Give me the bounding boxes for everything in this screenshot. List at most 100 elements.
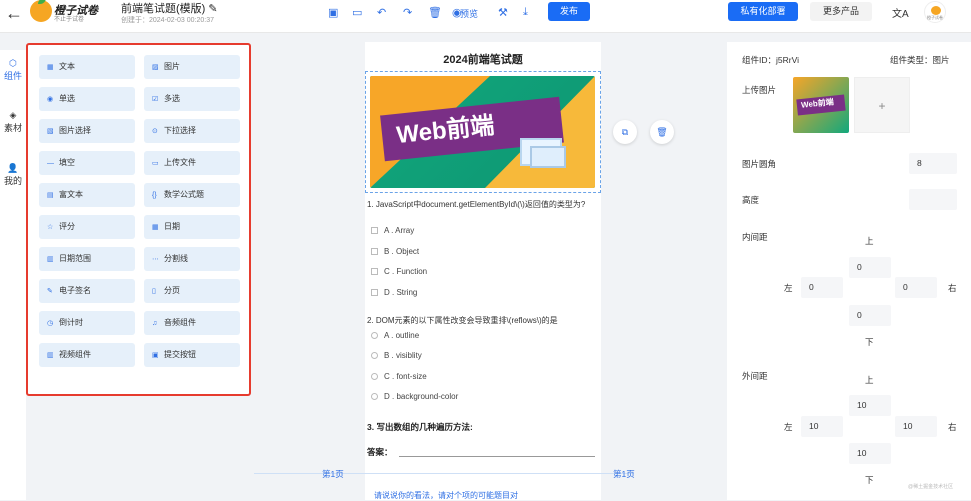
left-nav: ⬡ 组件 ◈ 素材 👤 我的 — [0, 50, 26, 500]
more-products-button[interactable]: 更多产品 — [810, 2, 872, 21]
padding-top-input[interactable]: 0 — [849, 257, 891, 278]
q1-option-a[interactable]: A . Array — [371, 226, 414, 235]
padding-right-input[interactable]: 0 — [895, 277, 937, 298]
private-deploy-button[interactable]: 私有化部署 — [728, 2, 798, 21]
preview-button[interactable]: 预览 — [460, 7, 478, 20]
page-label-right: 第1页 — [613, 469, 635, 479]
margin-bottom-input[interactable]: 10 — [849, 443, 891, 464]
radio-icon — [371, 332, 378, 339]
translate-icon[interactable]: 文A — [892, 5, 909, 20]
comp-formula[interactable]: {} 数学公式题 — [144, 183, 240, 207]
top-bar: ← 橙子试卷 不止于试卷 前端笔试题(模版) ✎ 创建于：2024-02-03 … — [0, 0, 971, 33]
delete-component-icon[interactable]: 🗑 — [650, 120, 674, 144]
margin-left-input[interactable]: 10 — [801, 416, 843, 437]
comp-video[interactable]: ▥ 视频组件 — [39, 343, 135, 367]
signature-icon: ✎ — [47, 288, 53, 295]
undo-icon[interactable]: ↶ — [377, 6, 386, 19]
nav-item-mine[interactable]: 👤 我的 — [0, 163, 26, 187]
daterange-icon: ▥ — [47, 256, 54, 263]
comp-rating[interactable]: ☆ 评分 — [39, 215, 135, 239]
comp-checkbox[interactable]: ☑ 多选 — [144, 87, 240, 111]
exam-title[interactable]: 2024前端笔试题 — [365, 51, 601, 67]
comp-text[interactable]: ▦ 文本 — [39, 55, 135, 79]
q2-option-d[interactable]: D . background-color — [371, 392, 458, 401]
page-icon: ▯ — [152, 288, 156, 295]
publish-button[interactable]: 发布 — [548, 2, 590, 21]
comp-daterange[interactable]: ▥ 日期范围 — [39, 247, 135, 271]
height-input[interactable] — [909, 189, 957, 210]
edit-icon[interactable]: ✎ — [208, 3, 217, 15]
q2-option-c[interactable]: C . font-size — [371, 372, 427, 381]
save-icon[interactable]: ▣ — [328, 6, 338, 19]
user-icon: 👤 — [7, 163, 19, 173]
upload-icon: ▭ — [152, 160, 159, 167]
formula-icon: {} — [152, 192, 157, 199]
padding-left-input[interactable]: 0 — [801, 277, 843, 298]
logo: 橙子试卷 不止于试卷 — [30, 0, 100, 24]
comp-timer[interactable]: ◷ 倒计时 — [39, 311, 135, 335]
margin-top-input[interactable]: 10 — [849, 395, 891, 416]
star-icon: ☆ — [47, 224, 54, 231]
comp-richtext[interactable]: ▤ 富文本 — [39, 183, 135, 207]
comp-fill[interactable]: — 填空 — [39, 151, 135, 175]
radio-icon — [371, 393, 378, 400]
wrench-icon[interactable]: ⚒ — [498, 6, 508, 19]
comp-page[interactable]: ▯ 分页 — [144, 279, 240, 303]
image-component-selected[interactable]: Web前端 — [365, 71, 601, 193]
redo-icon[interactable]: ↷ — [403, 6, 412, 19]
comp-dropdown[interactable]: ⊙ 下拉选择 — [144, 119, 240, 143]
comp-radio[interactable]: ◉ 单选 — [39, 87, 135, 111]
video-icon: ▥ — [47, 352, 54, 359]
margin-top-label: 上 — [865, 375, 874, 385]
q1-option-d[interactable]: D . String — [371, 288, 417, 297]
comp-upload[interactable]: ▭ 上传文件 — [144, 151, 240, 175]
component-type: 组件类型：图片 — [890, 55, 950, 65]
comp-signature[interactable]: ✎ 电子签名 — [39, 279, 135, 303]
comp-image-select[interactable]: ▧ 图片选择 — [39, 119, 135, 143]
copy-icon[interactable]: ⧉ — [613, 120, 637, 144]
comp-submit[interactable]: ▣ 提交按钮 — [144, 343, 240, 367]
add-image-button[interactable]: + — [854, 77, 910, 133]
checkbox-icon — [371, 248, 378, 255]
delete-icon[interactable]: 🗑 — [428, 6, 442, 19]
comp-audio[interactable]: ♫ 音频组件 — [144, 311, 240, 335]
component-panel: ▦ 文本 ▨ 图片 ◉ 单选 ☑ 多选 ▧ 图片选择 ⊙ 下拉选择 — 填空 ▭ 上传文件 ▤ 富… — [26, 43, 251, 396]
nav-item-materials[interactable]: ◈ 素材 — [0, 110, 26, 134]
nav-label: 我的 — [3, 176, 22, 186]
q1-option-c[interactable]: C . Function — [371, 267, 427, 276]
next-page-text: 请说说你的看法，请对个项的可能题目对 — [374, 491, 518, 500]
margin-bottom-label: 下 — [865, 475, 874, 485]
nav-item-components[interactable]: ⬡ 组件 — [0, 58, 26, 82]
checkbox-icon — [371, 268, 378, 275]
margin-right-input[interactable]: 10 — [895, 416, 937, 437]
radio-icon: ◉ — [47, 96, 54, 103]
height-label: 高度 — [742, 195, 760, 205]
answer-input[interactable] — [399, 456, 595, 457]
monitor-illustration-icon — [530, 146, 566, 168]
question-3-text[interactable]: 3. 写出数组的几种遍历方法: — [367, 421, 473, 433]
q2-option-b[interactable]: B . visiblity — [371, 351, 422, 360]
question-1-text[interactable]: 1. JavaScript中document.getElementById\(\… — [367, 200, 599, 210]
properties-panel: 组件ID：j5RrVi 组件类型：图片 上传图片 Web前端 + 图片圆角 8 … — [727, 42, 971, 500]
question-2-text[interactable]: 2. DOM元素的以下属性改变会导致重排\(reflows\)的是 — [367, 316, 599, 326]
padding-bottom-label: 下 — [865, 337, 874, 347]
dropdown-icon: ⊙ — [152, 128, 158, 135]
back-arrow-icon[interactable]: ← — [5, 3, 23, 24]
document-title[interactable]: 前端笔试题(模版) ✎ — [121, 0, 218, 16]
image-select-icon: ▧ — [47, 128, 54, 135]
radio-icon — [371, 352, 378, 359]
logo-subtitle: 不止于试卷 — [54, 17, 85, 23]
uploaded-image-thumbnail[interactable]: Web前端 — [793, 77, 849, 133]
answer-label: 答案： — [367, 447, 393, 457]
monitor-icon[interactable]: ▭ — [352, 6, 362, 19]
download-icon[interactable]: ⤓ — [523, 6, 528, 19]
avatar-label: 橙子试卷 — [927, 15, 943, 20]
comp-divider[interactable]: ⋯ 分割线 — [144, 247, 240, 271]
comp-image[interactable]: ▨ 图片 — [144, 55, 240, 79]
padding-label: 内间距 — [742, 232, 768, 242]
padding-bottom-input[interactable]: 0 — [849, 305, 891, 326]
q1-option-b[interactable]: B . Object — [371, 247, 419, 256]
radius-input[interactable]: 8 — [909, 153, 957, 174]
q2-option-a[interactable]: A . outline — [371, 331, 419, 340]
comp-date[interactable]: ▦ 日期 — [144, 215, 240, 239]
